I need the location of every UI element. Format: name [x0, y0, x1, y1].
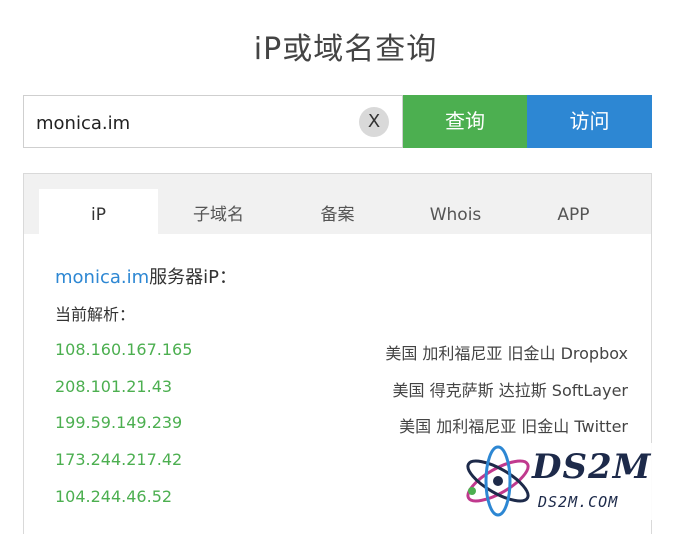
ip-address[interactable]: 208.101.21.43 [55, 377, 172, 396]
search-bar: X 查询 访问 [23, 95, 652, 148]
visit-button[interactable]: 访问 [527, 95, 652, 148]
ip-location: 美国 加利福尼亚 旧金山 Twitter [399, 417, 628, 436]
domain-link[interactable]: monica.im [55, 267, 149, 288]
search-input[interactable] [34, 106, 358, 140]
page-title: iP或域名查询 [253, 32, 438, 67]
search-box: X [23, 95, 403, 148]
tab-ip[interactable]: iP [39, 189, 158, 234]
ip-address[interactable]: 108.160.167.165 [55, 340, 192, 359]
clear-button[interactable]: X [359, 107, 389, 137]
tab-whois[interactable]: Whois [396, 189, 515, 234]
ip-record: 199.59.149.239 美国 加利福尼亚 旧金山 Twitter [55, 413, 628, 436]
ip-record: 208.101.21.43 美国 得克萨斯 达拉斯 SoftLayer [55, 377, 628, 400]
server-suffix: 服务器iP： [149, 267, 237, 288]
current-resolution-label: 当前解析： [55, 305, 136, 324]
ip-address[interactable]: 173.244.217.42 [55, 450, 182, 469]
ip-record: 108.160.167.165 美国 加利福尼亚 旧金山 Dropbox [55, 340, 628, 363]
ip-address[interactable]: 199.59.149.239 [55, 413, 182, 432]
watermark-url: DS2M.COM [538, 493, 619, 511]
watermark-logo: DS2M [532, 447, 652, 487]
tab-bar: iP 子域名 备案 Whois APP [24, 174, 651, 234]
tab-subdomain[interactable]: 子域名 [159, 189, 278, 234]
ip-location: 美国 加利福尼亚 旧金山 Dropbox [385, 344, 628, 363]
tab-beian[interactable]: 备案 [278, 189, 397, 234]
server-ip-heading: monica.im服务器iP： [55, 263, 237, 289]
query-button[interactable]: 查询 [403, 95, 527, 148]
ip-address[interactable]: 104.244.46.52 [55, 487, 172, 506]
tab-app[interactable]: APP [514, 189, 633, 234]
watermark: DS2M DS2M.COM [452, 443, 691, 520]
atom-logo-icon [466, 445, 530, 517]
ip-location: 美国 得克萨斯 达拉斯 SoftLayer [392, 381, 628, 400]
